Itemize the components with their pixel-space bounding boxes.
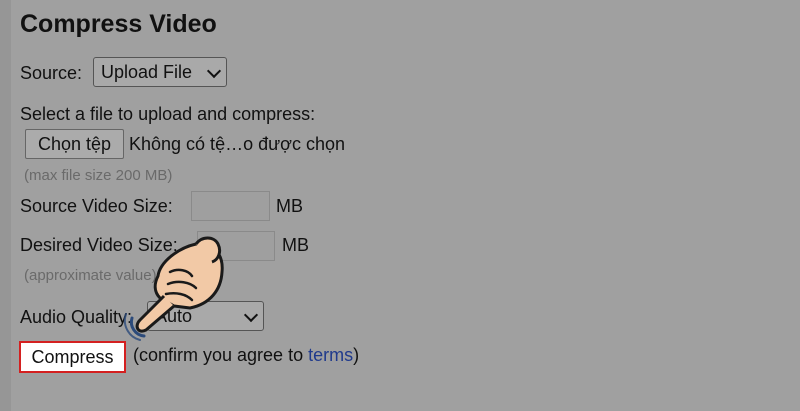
source-size-label: Source Video Size:	[20, 196, 173, 216]
page-edge	[0, 0, 11, 411]
choose-file-button[interactable]: Chọn tệp	[25, 129, 124, 159]
max-size-note: (max file size 200 MB)	[24, 167, 173, 184]
source-size-unit: MB	[276, 196, 303, 216]
source-select[interactable]: Upload File	[93, 57, 227, 87]
terms-link[interactable]: terms	[308, 345, 353, 365]
pointing-hand-icon	[123, 236, 224, 341]
page-title: Compress Video	[20, 10, 217, 38]
audio-quality-label: Audio Quality:	[20, 307, 133, 327]
compress-button[interactable]: Compress	[19, 341, 126, 373]
source-select-value: Upload File	[101, 62, 193, 82]
confirm-suffix: )	[353, 345, 360, 365]
confirm-text: (confirm you agree to terms)	[133, 344, 359, 366]
desired-size-unit: MB	[282, 235, 309, 255]
no-file-chosen-text: Không có tệ…o được chọn	[129, 134, 345, 154]
chevron-down-icon	[243, 307, 259, 323]
confirm-prefix: (confirm you agree to	[133, 345, 309, 365]
chevron-down-icon	[206, 63, 222, 79]
source-size-input[interactable]	[191, 191, 270, 221]
upload-prompt: Select a file to upload and compress:	[20, 104, 316, 124]
source-label: Source:	[20, 63, 83, 83]
